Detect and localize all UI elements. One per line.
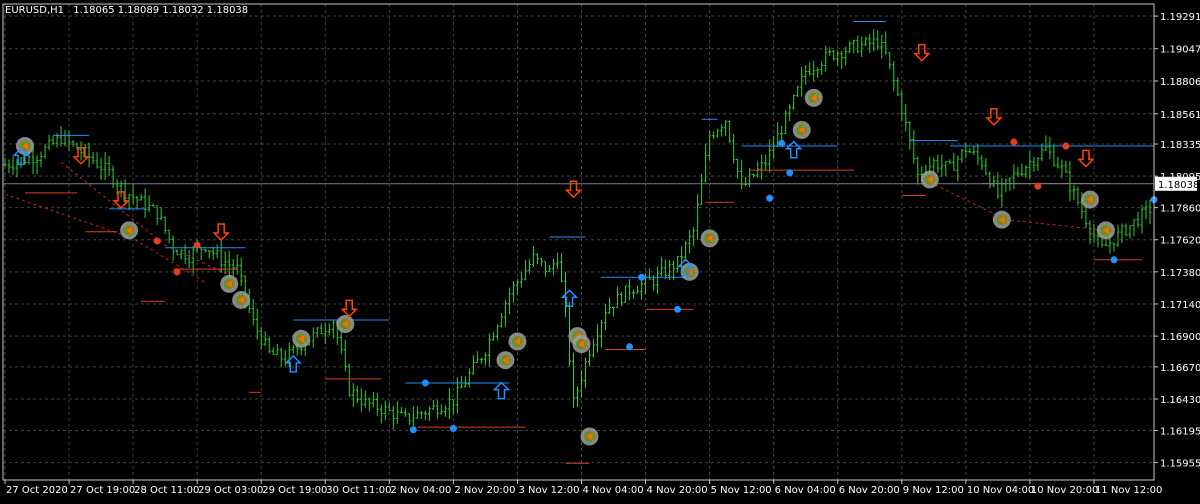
x-tick-label: 27 Oct 2020	[6, 485, 68, 496]
y-tick-label: 1.16430	[1160, 395, 1200, 406]
signal-marker	[120, 221, 139, 240]
signal-marker	[792, 120, 811, 139]
chart-background	[0, 0, 1200, 500]
level-dot	[153, 237, 161, 245]
current-price-label: 1.18038	[1158, 180, 1199, 191]
price-chart[interactable]: 1.19291 1.19047 1.18806 1.18561 1.18335 1.180…	[0, 0, 1200, 500]
signal-marker	[992, 210, 1011, 229]
signal-marker	[920, 170, 939, 189]
signal-marker	[220, 274, 239, 293]
level-dot	[1062, 142, 1070, 150]
y-tick-label: 1.16195	[1160, 426, 1200, 437]
level-dot	[1034, 182, 1042, 190]
y-tick-label: 1.16900	[1160, 332, 1200, 343]
x-tick-label: 10 Nov 04:00	[967, 485, 1034, 496]
level-dot	[193, 241, 201, 249]
level-dot	[409, 426, 417, 434]
y-tick-label: 1.17860	[1160, 204, 1200, 215]
x-tick-label: 2 Nov 04:00	[390, 485, 451, 496]
price-axis: 1.19291 1.19047 1.18806 1.18561 1.18335 1.180…	[1154, 12, 1200, 470]
level-dot	[1110, 256, 1118, 264]
level-dot	[1010, 138, 1018, 146]
x-tick-label: 29 Oct 19:00	[262, 485, 327, 496]
level-dot	[421, 379, 429, 387]
signal-marker	[292, 329, 311, 348]
level-dot	[674, 305, 682, 313]
level-dot	[173, 268, 181, 276]
signal-marker	[1096, 221, 1115, 240]
y-tick-label: 1.18561	[1160, 110, 1200, 121]
chart-header: EURUSD,H1 1.18065 1.18089 1.18032 1.1803…	[5, 5, 248, 16]
x-tick-label: 4 Nov 04:00	[583, 485, 644, 496]
y-tick-label: 1.17140	[1160, 300, 1200, 311]
signal-marker	[1080, 190, 1099, 209]
y-tick-label: 1.18806	[1160, 77, 1200, 88]
x-tick-label: 2 Nov 20:00	[454, 485, 515, 496]
y-tick-label: 1.16670	[1160, 363, 1200, 374]
chart-area[interactable]: 1.19291 1.19047 1.18806 1.18561 1.18335 1.180…	[0, 0, 1200, 500]
level-dot	[786, 169, 794, 177]
level-dot	[766, 194, 774, 202]
signal-marker	[580, 427, 599, 446]
signal-marker	[572, 335, 591, 354]
level-dot	[449, 424, 457, 432]
level-dot	[626, 343, 634, 351]
symbol-label: EURUSD,H1	[5, 5, 64, 16]
signal-marker	[336, 315, 355, 334]
y-tick-label: 1.15955	[1160, 459, 1200, 470]
x-tick-label: 30 Oct 11:00	[326, 485, 391, 496]
x-tick-label: 5 Nov 12:00	[711, 485, 772, 496]
x-tick-label: 4 Nov 20:00	[647, 485, 708, 496]
signal-marker	[804, 88, 823, 107]
signal-marker	[496, 351, 515, 370]
x-tick-label: 28 Oct 11:00	[134, 485, 199, 496]
y-tick-label: 1.17620	[1160, 236, 1200, 247]
y-tick-label: 1.17380	[1160, 268, 1200, 279]
x-tick-label: 6 Nov 04:00	[775, 485, 836, 496]
x-tick-label: 9 Nov 12:00	[903, 485, 964, 496]
level-dot	[638, 273, 646, 281]
ohlc-label: 1.18065 1.18089 1.18032 1.18038	[73, 5, 248, 16]
x-tick-label: 6 Nov 20:00	[839, 485, 900, 496]
x-tick-label: 29 Oct 03:00	[198, 485, 263, 496]
x-tick-label: 3 Nov 12:00	[518, 485, 579, 496]
signal-marker	[700, 229, 719, 248]
y-tick-label: 1.19291	[1160, 12, 1200, 23]
x-tick-label: 27 Oct 19:00	[70, 485, 135, 496]
signal-marker	[232, 290, 251, 309]
y-tick-label: 1.18335	[1160, 140, 1200, 151]
signal-marker	[508, 332, 527, 351]
x-tick-label: 11 Nov 12:00	[1095, 485, 1162, 496]
x-tick-label: 10 Nov 20:00	[1031, 485, 1098, 496]
y-tick-label: 1.19047	[1160, 45, 1200, 56]
level-dot	[778, 139, 786, 147]
